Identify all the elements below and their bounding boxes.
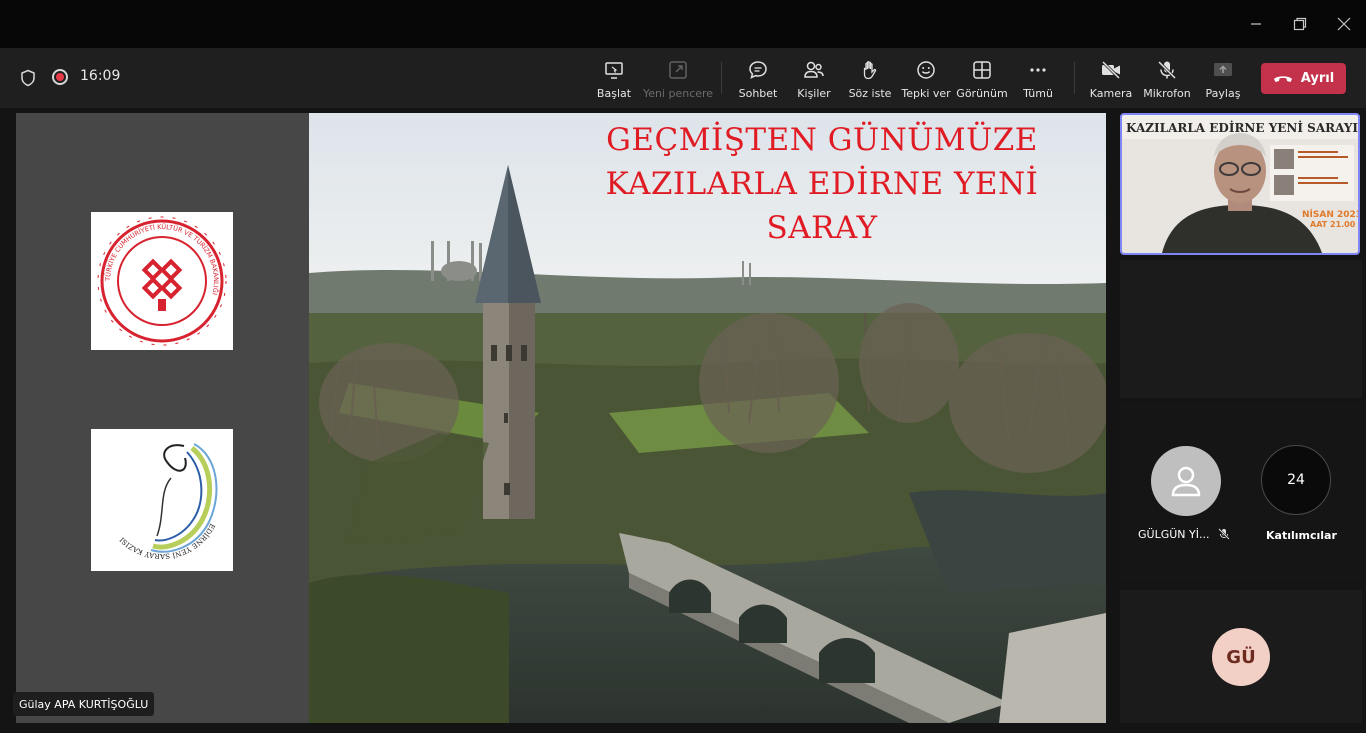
toolbar-divider <box>721 62 722 94</box>
toolbar-divider <box>1074 62 1075 94</box>
camera-label: Kamera <box>1089 87 1133 100</box>
chat-button[interactable]: Sohbet <box>738 56 778 102</box>
mic-off-icon <box>1218 528 1230 540</box>
slide-logo-panel: TÜRKİYE CUMHURİYETİ KÜLTÜR VE TURİZM BAK… <box>16 113 309 723</box>
mic-label: Mikrofon <box>1143 87 1191 100</box>
ministry-logo-text: TÜRKİYE CUMHURİYETİ KÜLTÜR VE TURİZM BAK… <box>103 222 220 296</box>
slide-title-line: KAZILARLA EDİRNE YENİ <box>605 166 1039 202</box>
more-button[interactable]: Tümü <box>1022 56 1054 102</box>
people-icon <box>804 61 824 78</box>
new-window-label: Yeni pencere <box>642 87 714 100</box>
chat-icon <box>749 61 767 79</box>
empty-video-tile <box>1120 260 1362 398</box>
more-icon <box>1030 68 1046 72</box>
start-label: Başlat <box>596 87 632 100</box>
presenter-name-tag: Gülay APA KURTİŞOĞLU <box>13 692 155 716</box>
chat-label: Sohbet <box>738 87 778 100</box>
ministry-logo: TÜRKİYE CUMHURİYETİ KÜLTÜR VE TURİZM BAK… <box>91 212 233 350</box>
excavation-logo: EDİRNE YENİ SARAY KAZISI <box>91 429 233 571</box>
start-button[interactable]: Başlat <box>596 56 632 102</box>
participant-avatar[interactable] <box>1151 446 1221 516</box>
participants-row: GÜLGÜN Yİ... 24 Katılımcılar <box>1120 403 1362 581</box>
react-label: Tepki ver <box>901 87 951 100</box>
participant-tile[interactable]: GÜ <box>1120 590 1362 723</box>
mic-button[interactable]: Mikrofon <box>1143 56 1191 102</box>
speaker-video-tile[interactable]: KAZILARLA EDİRNE YENİ SARAYI NİSAN 2023 … <box>1120 113 1360 255</box>
excavation-logo-text: EDİRNE YENİ SARAY KAZISI <box>118 522 216 560</box>
view-label: Görünüm <box>956 87 1008 100</box>
slide-title: GEÇMİŞTEN GÜNÜMÜZE KAZILARLA EDİRNE YENİ… <box>587 118 1057 250</box>
slide-photo: GEÇMİŞTEN GÜNÜMÜZE KAZILARLA EDİRNE YENİ… <box>309 113 1106 723</box>
view-button[interactable]: Görünüm <box>956 56 1008 102</box>
minimize-icon[interactable] <box>1242 10 1270 38</box>
participants-label: Katılımcılar <box>1266 529 1337 542</box>
initials-text: GÜ <box>1226 646 1256 668</box>
leave-label: Ayrıl <box>1300 71 1335 86</box>
more-label: Tümü <box>1023 87 1053 100</box>
title-bar <box>0 0 1366 48</box>
grid-icon <box>973 61 991 79</box>
raise-hand-button[interactable]: Söz iste <box>849 56 891 102</box>
smiley-icon <box>917 61 935 79</box>
camera-button[interactable]: Kamera <box>1089 56 1133 102</box>
participants-count: 24 <box>1287 472 1305 488</box>
initials-avatar: GÜ <box>1212 628 1270 686</box>
share-label: Paylaş <box>1205 87 1241 100</box>
person-icon <box>1171 466 1201 497</box>
recording-icon <box>52 69 68 85</box>
people-button[interactable]: Kişiler <box>796 56 832 102</box>
mic-off-icon <box>1157 60 1177 80</box>
share-button[interactable]: Paylaş <box>1206 56 1240 102</box>
meeting-timer: 16:09 <box>80 68 121 84</box>
camera-off-icon <box>1101 60 1121 80</box>
shield-icon <box>21 69 35 87</box>
participant-name: GÜLGÜN Yİ... <box>1138 528 1210 541</box>
participants-panel: KAZILARLA EDİRNE YENİ SARAYI NİSAN 2023 … <box>1120 113 1362 723</box>
raise-hand-label: Söz iste <box>848 87 892 100</box>
slide-title-line: SARAY <box>766 210 878 246</box>
popout-icon <box>669 61 687 79</box>
speaker-video: KAZILARLA EDİRNE YENİ SARAYI NİSAN 2023 … <box>1122 115 1358 253</box>
meeting-toolbar: 16:09 Başlat Yeni pencere Sohbet Kişiler… <box>0 48 1366 108</box>
people-label: Kişiler <box>797 87 831 100</box>
shared-content: TÜRKİYE CUMHURİYETİ KÜLTÜR VE TURİZM BAK… <box>16 113 1106 723</box>
hand-icon <box>863 61 877 80</box>
video-banner-text: KAZILARLA EDİRNE YENİ SARAYI <box>1126 120 1358 135</box>
svg-text:EDİRNE YENİ SARAY KAZISI: EDİRNE YENİ SARAY KAZISI <box>118 522 216 560</box>
participants-count-button[interactable]: 24 <box>1261 445 1331 515</box>
slide-title-line: GEÇMİŞTEN GÜNÜMÜZE <box>606 122 1038 158</box>
leave-button[interactable]: Ayrıl <box>1261 63 1346 94</box>
svg-text:TÜRKİYE CUMHURİYETİ KÜLTÜR VE: TÜRKİYE CUMHURİYETİ KÜLTÜR VE TURİZM BAK… <box>103 222 220 296</box>
maximize-icon[interactable] <box>1286 10 1314 38</box>
share-icon <box>1214 63 1232 76</box>
close-icon[interactable] <box>1330 10 1358 38</box>
video-time: AAT 21.00 <box>1310 220 1356 229</box>
phone-hangup-icon <box>1273 75 1292 82</box>
video-date: NİSAN 2023 <box>1302 209 1358 220</box>
new-window-button[interactable]: Yeni pencere <box>642 56 714 102</box>
react-button[interactable]: Tepki ver <box>901 56 951 102</box>
share-screen-icon <box>605 62 623 79</box>
